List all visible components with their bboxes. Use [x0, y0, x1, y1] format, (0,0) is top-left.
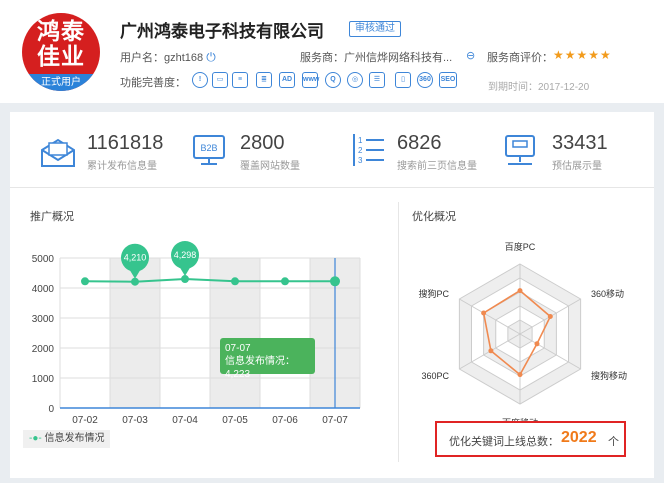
radar-axis-label: 360PC — [421, 371, 449, 381]
radar-point — [517, 288, 523, 294]
company-logo: 鸿泰 佳业 正式用户 — [22, 13, 100, 91]
radar-axis-label: 搜狗PC — [418, 288, 449, 299]
feature-chat-icon[interactable]: ≡ — [232, 72, 248, 88]
legend-label: 信息发布情况 — [44, 433, 105, 444]
optimize-label: 优化关键词上线总数： — [449, 436, 559, 448]
radar-point — [547, 314, 553, 319]
logo-text-line1: 鸿泰 — [37, 18, 85, 45]
radar-axis-label: 百度PC — [505, 241, 536, 252]
rating-label: 服务商评价： — [487, 52, 553, 64]
more-icon[interactable]: ⊖ — [466, 49, 475, 62]
legend-line-icon: -●- — [29, 433, 42, 444]
feature-web-icon[interactable]: www — [302, 72, 319, 88]
feature-search-icon[interactable]: Q — [325, 72, 341, 88]
optimize-radar-chart: 百度PC360移动搜狗移动百度移动360PC搜狗PC — [418, 241, 627, 422]
power-icon[interactable]: ⏻ — [206, 50, 216, 64]
profile-header: 鸿泰 佳业 正式用户 广州鸿泰电子科技有限公司 审核通过 用户名：gzht168… — [0, 0, 664, 103]
logo-text-line2: 佳业 — [37, 43, 85, 70]
feature-ad-icon[interactable]: AD — [279, 72, 295, 88]
features-label: 功能完善度： — [120, 77, 186, 89]
feature-broadcast-icon[interactable]: ◎ — [347, 72, 363, 88]
radar-point — [488, 348, 494, 354]
radar-point — [481, 310, 487, 316]
feature-monitor-icon[interactable]: ▭ — [212, 72, 228, 88]
feature-list-icon[interactable]: ☰ — [369, 72, 385, 88]
logo-text: 鸿泰 佳业 — [22, 19, 100, 69]
feature-doc-icon[interactable]: ≣ — [256, 72, 272, 88]
optimize-unit: 个 — [608, 436, 619, 448]
username: 用户名：gzht168 ⏻ — [120, 49, 216, 65]
username-label: 用户名：gzht168 — [120, 52, 204, 64]
radar-axis-label: 360移动 — [591, 288, 624, 299]
main-panel: 1161818 累计发布信息量 B2B 2800 覆盖网站数量 1 2 3 68… — [10, 112, 654, 478]
rating-stars: ★★★★★ — [553, 48, 612, 62]
provider: 服务商：广州信烨网络科技有... — [300, 49, 452, 65]
radar-point — [517, 372, 523, 378]
verified-badge: 审核通过 — [349, 21, 401, 37]
company-name: 广州鸿泰电子科技有限公司 — [120, 22, 324, 41]
radar-point — [534, 341, 540, 347]
feature-seo-icon[interactable]: SEO — [439, 72, 457, 88]
provider-label: 服务商：广州信烨网络科技有... — [300, 52, 453, 64]
radar-axis-label: 搜狗移动 — [591, 370, 627, 381]
user-type-badge: 正式用户 — [22, 74, 100, 91]
optimize-summary-box: 优化关键词上线总数： 2022 个 — [435, 421, 626, 457]
feature-360-icon[interactable]: 360 — [417, 72, 433, 88]
feature-phone-icon[interactable]: ▯ — [395, 72, 411, 88]
expire-date: 到期时间：2017-12-20 — [488, 82, 590, 93]
feature-warning-icon[interactable]: ! — [192, 72, 208, 88]
chart-legend[interactable]: -●- 信息发布情况 — [23, 430, 111, 448]
optimize-value: 2022 — [561, 429, 597, 446]
